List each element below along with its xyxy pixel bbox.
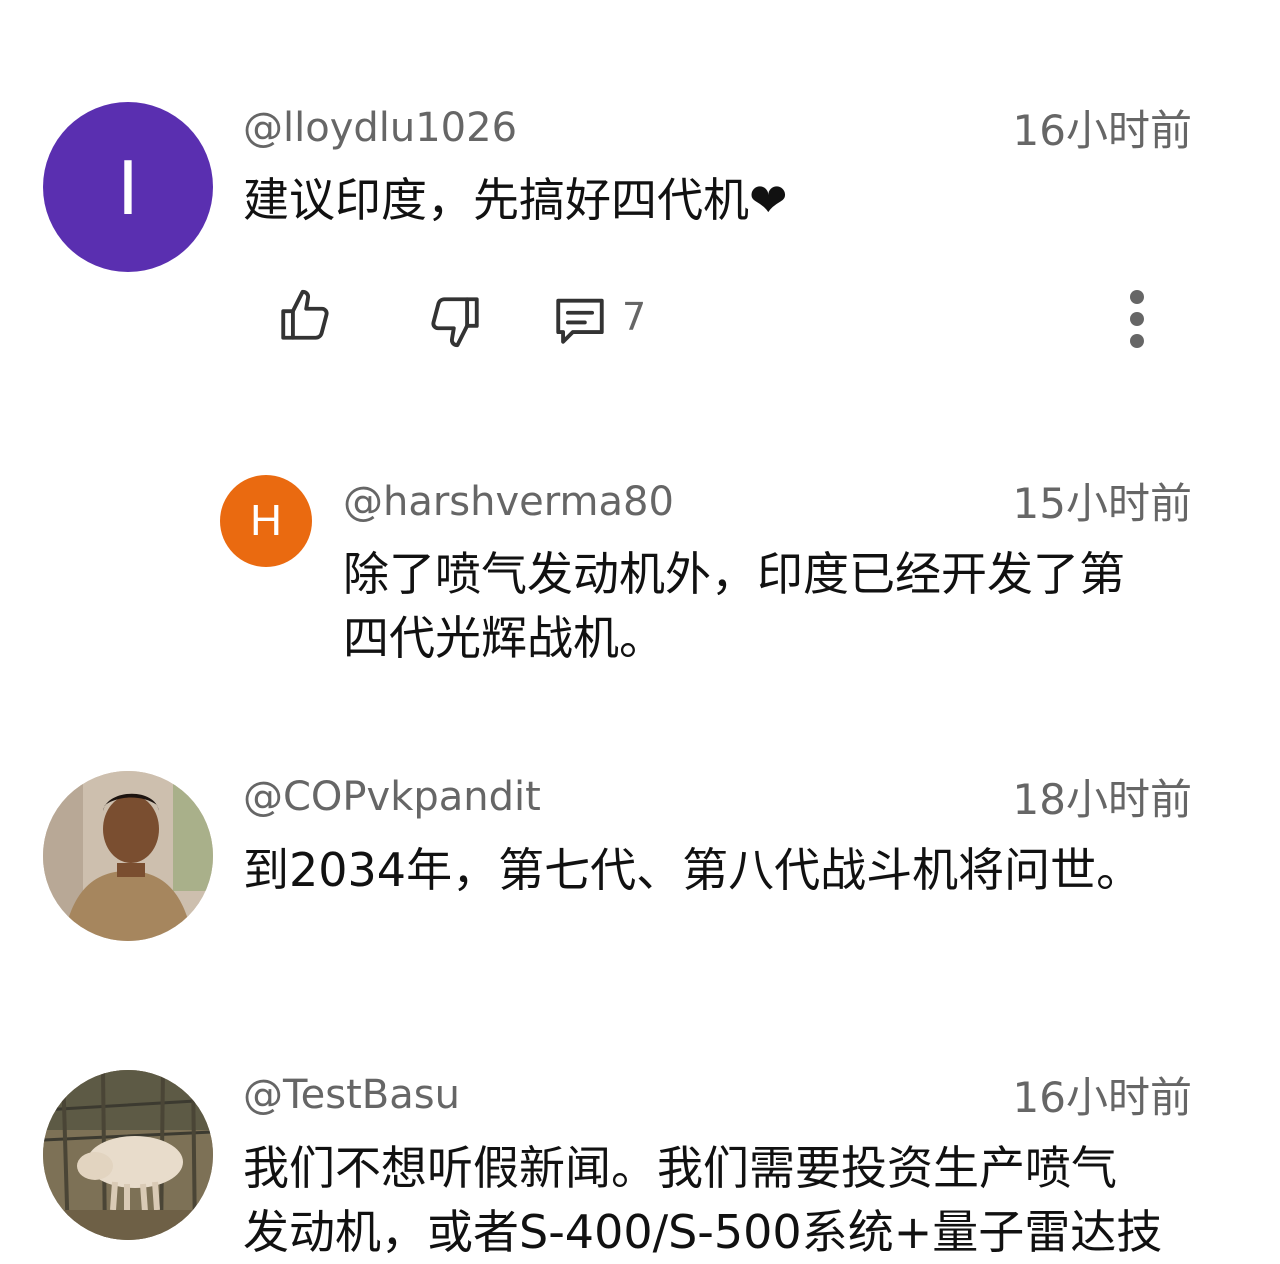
- avatar[interactable]: [43, 771, 213, 941]
- comment-text-line: 我们不想听假新闻。我们需要投资生产喷气: [243, 1141, 1117, 1195]
- thumbs-up-icon: [281, 289, 329, 340]
- comment-text: 建议印度，先搞好四代机❤: [243, 173, 788, 227]
- avatar[interactable]: I: [43, 102, 213, 272]
- comment-icon: [556, 298, 604, 344]
- more-vertical-icon: [1130, 290, 1144, 348]
- comment-author[interactable]: @lloydlu1026: [243, 108, 517, 148]
- reply-count[interactable]: 7: [622, 298, 646, 336]
- comment-author[interactable]: @COPvkpandit: [243, 777, 541, 817]
- comment-text-line: 发动机，或者S-400/S-500系统+量子雷达技: [243, 1205, 1163, 1259]
- avatar-letter: I: [117, 142, 139, 231]
- comment-timestamp: 15小时前: [1012, 479, 1192, 528]
- like-button[interactable]: [276, 287, 334, 345]
- dislike-button[interactable]: [426, 292, 484, 350]
- avatar-letter: H: [250, 496, 282, 545]
- comment-text: 到2034年，第七代、第八代战斗机将问世。: [243, 843, 1143, 897]
- comment-author[interactable]: @TestBasu: [243, 1075, 460, 1115]
- comment-text-line: 四代光辉战机。: [343, 611, 665, 665]
- reply-button[interactable]: [550, 291, 610, 349]
- comment-timestamp: 16小时前: [1012, 106, 1192, 155]
- comment-timestamp: 16小时前: [1012, 1073, 1192, 1122]
- avatar[interactable]: [43, 1070, 213, 1240]
- comment-author[interactable]: @harshverma80: [343, 482, 674, 522]
- avatar[interactable]: H: [220, 475, 312, 567]
- thumbs-down-icon: [431, 297, 479, 348]
- person-photo-icon: [43, 771, 213, 941]
- comment-text: 除了喷气发动机外，印度已经开发了第 四代光辉战机。: [343, 542, 1125, 670]
- comment-text-line: 除了喷气发动机外，印度已经开发了第: [343, 547, 1125, 601]
- animal-photo-icon: [43, 1070, 213, 1240]
- comment-text: 我们不想听假新闻。我们需要投资生产喷气 发动机，或者S-400/S-500系统+…: [243, 1136, 1162, 1264]
- more-options-button[interactable]: [1116, 288, 1158, 350]
- comment-timestamp: 18小时前: [1012, 775, 1192, 824]
